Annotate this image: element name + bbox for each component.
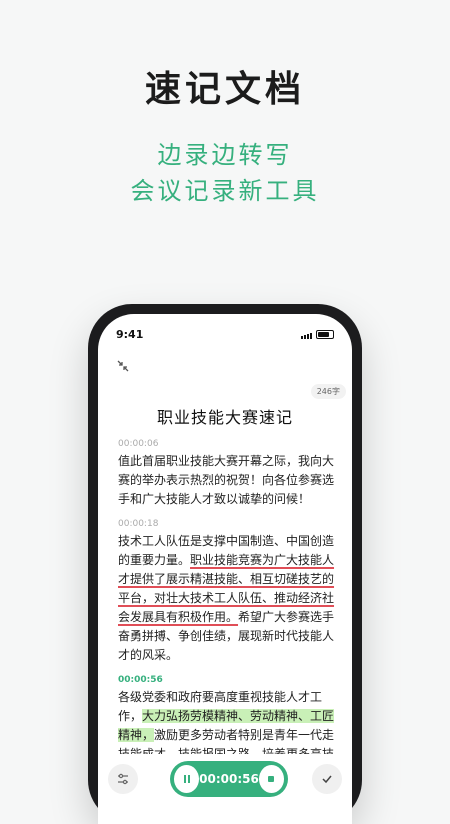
- segment-text[interactable]: 技术工人队伍是支撑中国制造、中国创造的重要力量。职业技能竞赛为广大技能人才提供了…: [118, 532, 336, 665]
- word-count-badge: 246字: [310, 384, 346, 399]
- document-title: 职业技能大赛速记: [156, 408, 293, 427]
- checkmark-icon: [322, 775, 332, 784]
- hero-subtitle-line2: 会议记录新工具: [130, 177, 320, 205]
- segment-timestamp: 00:00:06: [118, 439, 159, 449]
- recording-timer: 00:00:56: [199, 772, 259, 786]
- status-time: 9:41: [116, 328, 144, 341]
- hero-subtitle-line1: 边录边转写: [157, 141, 293, 169]
- pause-icon: [183, 775, 190, 783]
- recorder-toolbar: 00:00:56: [98, 754, 352, 824]
- stop-button[interactable]: [258, 765, 284, 793]
- status-icons: [301, 330, 334, 339]
- recording-control: 00:00:56: [170, 761, 288, 797]
- segment-timestamp: 00:00:18: [118, 519, 159, 529]
- battery-icon: [316, 330, 334, 339]
- hero-title: 速记文档: [144, 69, 305, 110]
- done-button[interactable]: [312, 764, 342, 794]
- sliders-icon: [118, 773, 128, 785]
- collapse-arrows-icon[interactable]: [116, 358, 130, 372]
- stop-icon: [268, 776, 275, 782]
- transcript-segment: 00:00:18 技术工人队伍是支撑中国制造、中国创造的重要力量。职业技能竞赛为…: [118, 519, 336, 665]
- signal-icon: [301, 333, 312, 339]
- settings-button[interactable]: [108, 764, 138, 794]
- transcript-segment: 00:00:06 值此首届职业技能大赛开幕之际，我向大赛的举办表示热烈的祝贺！向…: [118, 439, 336, 509]
- pause-button[interactable]: [174, 765, 200, 793]
- segment-timestamp-active: 00:00:56: [118, 675, 163, 685]
- phone-mockup: 9:41 246字 职业技能大赛速记 00:00:06 值此首届职业技能大赛开幕…: [88, 304, 362, 824]
- segment-text[interactable]: 值此首届职业技能大赛开幕之际，我向大赛的举办表示热烈的祝贺！向各位参赛选手和广大…: [118, 452, 336, 509]
- phone-screen: 9:41 246字 职业技能大赛速记 00:00:06 值此首届职业技能大赛开幕…: [98, 314, 352, 824]
